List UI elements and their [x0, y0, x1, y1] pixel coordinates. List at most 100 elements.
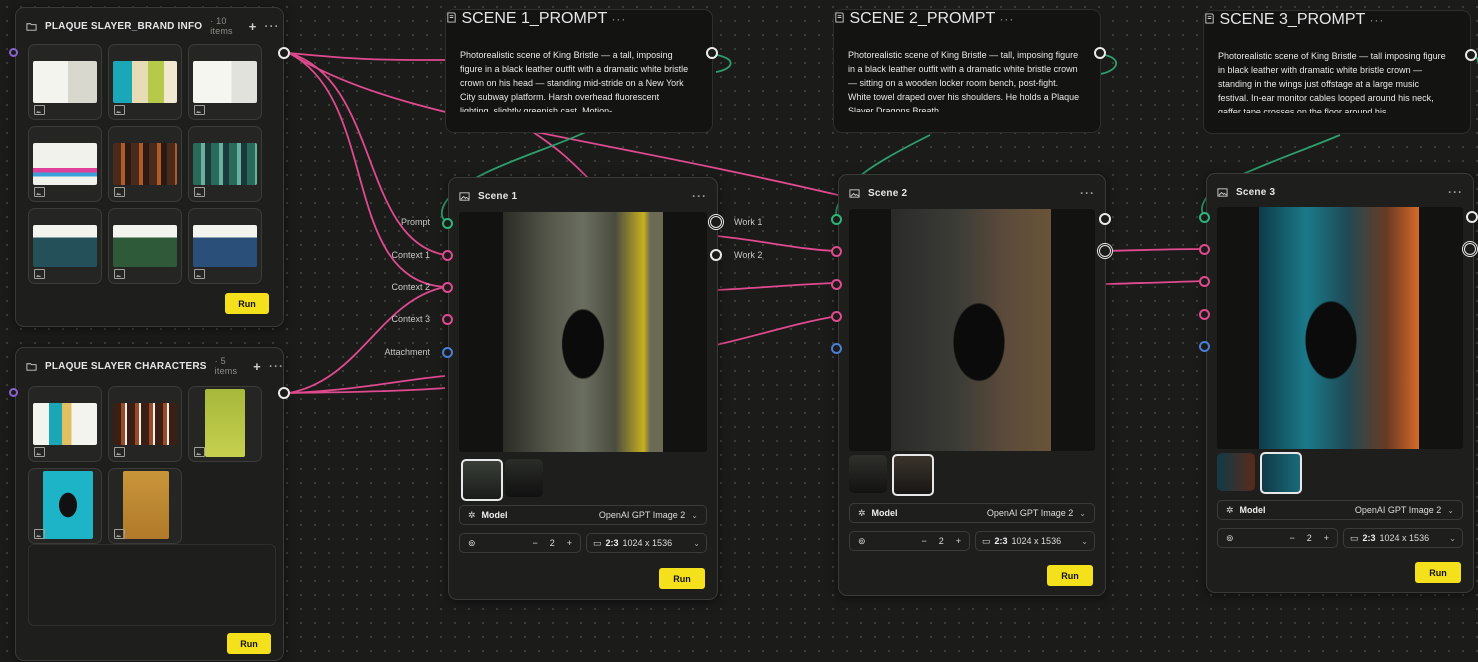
context-1-input-port[interactable]	[442, 250, 453, 261]
generated-image-preview[interactable]	[849, 209, 1095, 451]
more-menu-icon[interactable]: ···	[611, 12, 626, 26]
prompt-input-port[interactable]	[831, 214, 842, 225]
gallery-item[interactable]	[108, 386, 182, 462]
gallery-item[interactable]	[28, 208, 102, 284]
attachment-input-port[interactable]	[831, 343, 842, 354]
prompt-text[interactable]: Photorealistic scene of King Bristle — t…	[848, 48, 1080, 112]
brand-info-node[interactable]: PLAQUE SLAYER_BRAND INFO · 10 items + ··…	[15, 7, 284, 327]
note-icon	[834, 12, 845, 23]
variant-thumb[interactable]	[849, 455, 887, 493]
decrement-button[interactable]: −	[921, 536, 926, 546]
brand-input-port[interactable]	[9, 48, 18, 57]
gallery-item[interactable]	[108, 44, 182, 120]
run-button[interactable]: Run	[1047, 565, 1093, 586]
note-icon	[1204, 13, 1215, 24]
scene-3-node[interactable]: Scene 3 ··· ✲ Model OpenAI GPT Image 2 ⌄…	[1206, 173, 1474, 593]
scene-1-prompt-node[interactable]: SCENE 1_PROMPT ··· Photorealistic scene …	[445, 9, 713, 133]
context-2-input-port[interactable]	[1199, 276, 1210, 287]
count-stepper[interactable]: ⊚ − 2 +	[1217, 528, 1338, 548]
attachment-input-port[interactable]	[442, 347, 453, 358]
variant-thumb[interactable]	[1260, 452, 1302, 494]
context-2-input-port[interactable]	[442, 282, 453, 293]
more-menu-icon[interactable]: ···	[269, 359, 284, 373]
gallery-item[interactable]	[188, 208, 262, 284]
run-button[interactable]: Run	[227, 633, 271, 654]
gallery-item[interactable]	[188, 44, 262, 120]
prompt-input-port[interactable]	[1199, 212, 1210, 223]
context-3-input-port[interactable]	[442, 314, 453, 325]
aspect-ratio-select[interactable]: ▭ 2:3 1024 x 1536 ⌄	[586, 533, 707, 553]
run-button[interactable]: Run	[1415, 562, 1461, 583]
gallery-item[interactable]	[108, 126, 182, 202]
increment-button[interactable]: +	[1324, 533, 1329, 543]
increment-button[interactable]: +	[956, 536, 961, 546]
more-menu-icon[interactable]: ···	[265, 19, 280, 33]
model-select[interactable]: ✲ Model OpenAI GPT Image 2 ⌄	[1217, 500, 1463, 520]
aspect-ratio-select[interactable]: ▭ 2:3 1024 x 1536 ⌄	[975, 531, 1095, 551]
more-menu-icon[interactable]: ···	[1369, 13, 1384, 27]
context-2-input-port[interactable]	[831, 279, 842, 290]
more-menu-icon[interactable]: ···	[692, 189, 707, 203]
attachment-input-port[interactable]	[1199, 341, 1210, 352]
work-1-output-port[interactable]	[1466, 211, 1478, 223]
variant-thumb[interactable]	[892, 454, 934, 496]
gallery-item[interactable]	[108, 468, 182, 544]
decrement-button[interactable]: −	[532, 538, 537, 548]
image-icon	[194, 105, 205, 115]
context-3-input-port[interactable]	[1199, 309, 1210, 320]
count-stepper[interactable]: ⊚ − 2 +	[459, 533, 581, 553]
characters-input-port[interactable]	[9, 388, 18, 397]
chevron-down-icon: ⌄	[693, 538, 700, 548]
scene-2-node[interactable]: Scene 2 ··· ✲ Model OpenAI GPT Image 2 ⌄…	[838, 174, 1106, 596]
increment-button[interactable]: +	[567, 538, 572, 548]
work-2-output-port[interactable]	[710, 249, 722, 261]
work-1-output-port[interactable]	[1099, 213, 1111, 225]
prompt-text[interactable]: Photorealistic scene of King Bristle — t…	[1218, 49, 1450, 113]
variant-thumb[interactable]	[461, 459, 503, 501]
add-icon[interactable]: +	[253, 359, 261, 374]
characters-output-port[interactable]	[278, 387, 290, 399]
prompt-3-output-port[interactable]	[1465, 49, 1477, 61]
scene-2-prompt-node[interactable]: SCENE 2_PROMPT ··· Photorealistic scene …	[833, 9, 1101, 133]
gallery-item[interactable]	[28, 44, 102, 120]
scene-3-prompt-node[interactable]: SCENE 3_PROMPT ··· Photorealistic scene …	[1203, 10, 1471, 134]
model-select[interactable]: ✲ Model OpenAI GPT Image 2 ⌄	[849, 503, 1095, 523]
generated-image-preview[interactable]	[1217, 207, 1463, 449]
more-menu-icon[interactable]: ···	[1080, 186, 1095, 200]
variant-thumb[interactable]	[505, 459, 543, 497]
prompt-2-output-port[interactable]	[1094, 47, 1106, 59]
gallery-item[interactable]	[188, 386, 262, 462]
context-1-input-port[interactable]	[831, 246, 842, 257]
drop-area[interactable]	[28, 544, 276, 626]
add-icon[interactable]: +	[249, 19, 257, 34]
run-button[interactable]: Run	[225, 293, 269, 314]
variant-thumb[interactable]	[1217, 453, 1255, 491]
model-select[interactable]: ✲ Model OpenAI GPT Image 2 ⌄	[459, 505, 707, 525]
gallery-item[interactable]	[188, 126, 262, 202]
characters-node[interactable]: PLAQUE SLAYER CHARACTERS · 5 items + ···…	[15, 347, 284, 661]
prompt-text[interactable]: Photorealistic scene of King Bristle — a…	[460, 48, 692, 112]
prompt-input-port[interactable]	[442, 218, 453, 229]
count-stepper[interactable]: ⊚ − 2 +	[849, 531, 970, 551]
more-menu-icon[interactable]: ···	[999, 12, 1014, 26]
more-menu-icon[interactable]: ···	[1448, 185, 1463, 199]
work-2-output-port[interactable]	[1462, 241, 1478, 257]
gallery-item[interactable]	[28, 126, 102, 202]
generated-image-preview[interactable]	[459, 212, 707, 452]
item-count: · 10 items	[210, 16, 233, 36]
context-1-input-port[interactable]	[1199, 244, 1210, 255]
context-3-input-port[interactable]	[831, 311, 842, 322]
decrement-button[interactable]: −	[1289, 533, 1294, 543]
brand-output-port[interactable]	[278, 47, 290, 59]
aspect-ratio-select[interactable]: ▭ 2:3 1024 x 1536 ⌄	[1343, 528, 1463, 548]
work-1-output-port[interactable]	[708, 214, 724, 230]
gallery-item[interactable]	[28, 386, 102, 462]
folder-icon	[26, 21, 37, 32]
work-2-output-port[interactable]	[1097, 243, 1113, 259]
run-button[interactable]: Run	[659, 568, 705, 589]
node-title: Scene 3	[1236, 186, 1276, 198]
prompt-1-output-port[interactable]	[706, 47, 718, 59]
scene-1-node[interactable]: Scene 1 ··· ✲ Model OpenAI GPT Image 2 ⌄…	[448, 177, 718, 600]
gallery-item[interactable]	[28, 468, 102, 544]
gallery-item[interactable]	[108, 208, 182, 284]
